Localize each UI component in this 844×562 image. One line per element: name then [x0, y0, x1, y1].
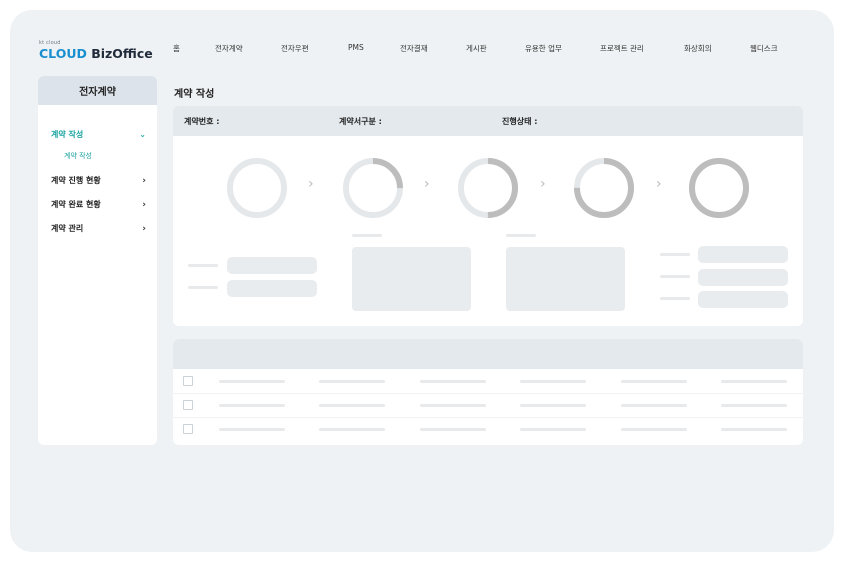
placeholder-cell	[520, 404, 586, 407]
sidebar-item-label: 계약 완료 현황	[51, 200, 101, 209]
placeholder-cell	[219, 428, 285, 431]
contract-info-header: 계약번호 : 계약서구분 : 진행상태 :	[173, 106, 803, 136]
chevron-right-icon: ›	[142, 199, 146, 210]
nav-web-disk[interactable]: 웹디스크	[750, 43, 778, 54]
placeholder-bar	[698, 246, 788, 263]
table-row[interactable]	[173, 369, 803, 394]
nav-useful-work[interactable]: 유용한 업무	[525, 43, 562, 54]
nav-home[interactable]: 홈	[173, 43, 180, 54]
table-header	[173, 339, 803, 369]
placeholder-line	[188, 286, 218, 289]
placeholder-cell	[420, 428, 486, 431]
placeholder-cell	[721, 380, 787, 383]
placeholder-line	[660, 275, 690, 278]
progress-ring-step-3	[458, 158, 518, 218]
nav-board[interactable]: 게시판	[466, 43, 487, 54]
logo[interactable]: kt cloud CLOUD BizOffice	[39, 40, 153, 61]
placeholder-cell	[721, 404, 787, 407]
placeholder-bar	[698, 269, 788, 286]
field-progress-status: 진행상태 :	[502, 117, 538, 126]
row-checkbox[interactable]	[183, 424, 193, 434]
placeholder-line	[660, 253, 690, 256]
chevron-right-icon: ›	[142, 175, 146, 186]
field-contract-number: 계약번호 :	[184, 117, 220, 126]
step-arrow-icon: ›	[540, 176, 546, 192]
placeholder-cell	[721, 428, 787, 431]
placeholder-line	[506, 234, 536, 237]
placeholder-bar	[698, 291, 788, 308]
placeholder-line	[352, 234, 382, 237]
placeholder-cell	[420, 404, 486, 407]
table-row[interactable]	[173, 417, 803, 441]
sidebar-subitem-contract-create[interactable]: 계약 작성	[64, 151, 92, 161]
sidebar-item-contract-create[interactable]: 계약 작성 ⌄	[51, 129, 146, 140]
step-arrow-icon: ›	[656, 176, 662, 192]
page-title: 계약 작성	[174, 89, 215, 100]
placeholder-box	[352, 247, 471, 311]
placeholder-cell	[621, 380, 687, 383]
nav-e-mail[interactable]: 전자우편	[281, 43, 309, 54]
nav-project-management[interactable]: 프로젝트 관리	[600, 43, 644, 54]
nav-e-contract[interactable]: 전자계약	[215, 43, 243, 54]
sidebar-item-label: 계약 진행 현황	[51, 176, 101, 185]
placeholder-bar	[227, 257, 317, 274]
placeholder-cell	[520, 380, 586, 383]
placeholder-cell	[621, 428, 687, 431]
progress-ring-step-2	[343, 158, 403, 218]
field-contract-type: 계약서구분 :	[339, 117, 382, 126]
progress-ring-step-5	[689, 158, 749, 218]
placeholder-line	[188, 264, 218, 267]
sidebar-item-contract-progress[interactable]: 계약 진행 현황 ›	[51, 175, 146, 186]
placeholder-box	[506, 247, 625, 311]
progress-ring-step-4	[574, 158, 634, 218]
app-window: kt cloud CLOUD BizOffice 홈 전자계약 전자우편 PMS…	[10, 10, 834, 552]
sidebar-item-contract-completed[interactable]: 계약 완료 현황 ›	[51, 199, 146, 210]
placeholder-cell	[319, 380, 385, 383]
placeholder-bar	[227, 280, 317, 297]
sidebar-title: 전자계약	[38, 76, 157, 105]
placeholder-cell	[420, 380, 486, 383]
nav-pms[interactable]: PMS	[348, 43, 364, 52]
progress-ring-step-1	[227, 158, 287, 218]
placeholder-cell	[319, 404, 385, 407]
contract-info-card: 계약번호 : 계약서구분 : 진행상태 : › › › ›	[173, 106, 803, 326]
table-row[interactable]	[173, 393, 803, 418]
placeholder-line	[660, 297, 690, 300]
logo-wordmark: CLOUD BizOffice	[39, 46, 153, 61]
sidebar-item-label: 계약 관리	[51, 224, 84, 233]
logo-cloud-text: CLOUD	[39, 46, 87, 61]
row-checkbox[interactable]	[183, 376, 193, 386]
placeholder-cell	[319, 428, 385, 431]
nav-e-approval[interactable]: 전자결재	[400, 43, 428, 54]
sidebar: 전자계약 계약 작성 ⌄ 계약 작성 계약 진행 현황 › 계약 완료 현황 ›…	[38, 76, 157, 445]
row-checkbox[interactable]	[183, 400, 193, 410]
nav-video-meeting[interactable]: 화상회의	[684, 43, 712, 54]
placeholder-cell	[621, 404, 687, 407]
chevron-down-icon: ⌄	[139, 130, 146, 139]
top-navigation: 홈 전자계약 전자우편 PMS 전자결재 게시판 유용한 업무 프로젝트 관리 …	[170, 43, 790, 57]
placeholder-cell	[520, 428, 586, 431]
contract-table	[173, 339, 803, 445]
chevron-right-icon: ›	[142, 223, 146, 234]
step-arrow-icon: ›	[308, 176, 314, 192]
step-arrow-icon: ›	[424, 176, 430, 192]
placeholder-cell	[219, 404, 285, 407]
logo-bizoffice-text: BizOffice	[91, 46, 153, 61]
placeholder-cell	[219, 380, 285, 383]
sidebar-item-label: 계약 작성	[51, 130, 84, 139]
sidebar-item-contract-manage[interactable]: 계약 관리 ›	[51, 223, 146, 234]
